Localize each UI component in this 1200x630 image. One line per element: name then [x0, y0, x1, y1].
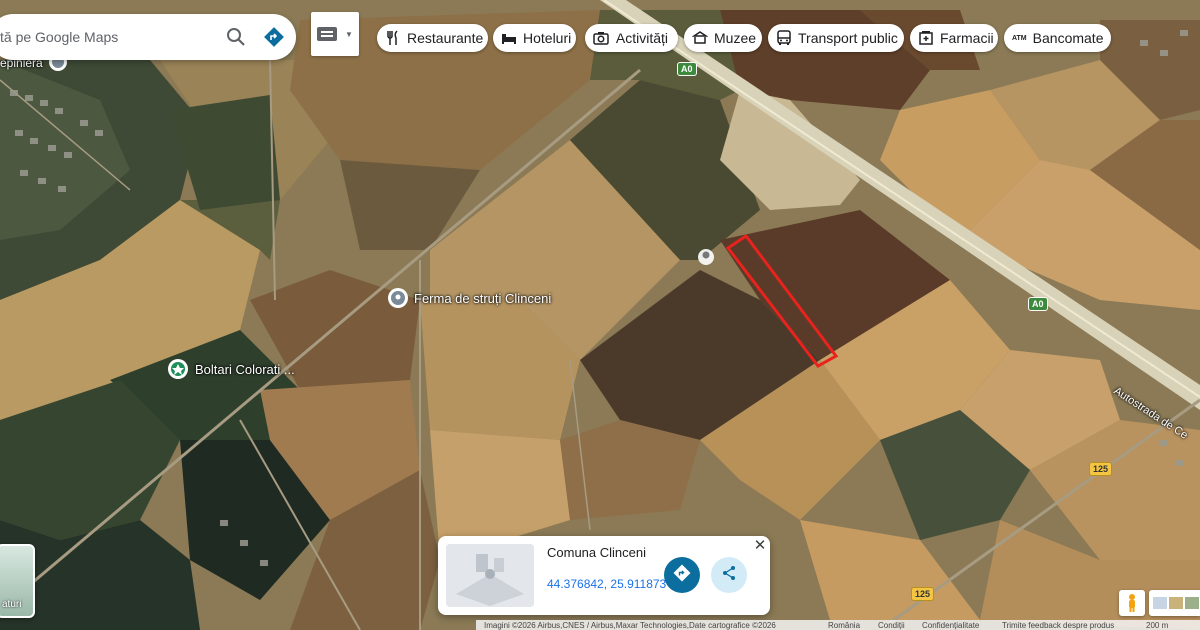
layers-toggle[interactable]: aturi: [0, 544, 35, 618]
search-box[interactable]: tă pe Google Maps: [0, 14, 296, 60]
chip-farmacii[interactable]: Farmacii: [910, 24, 998, 52]
share-icon: [721, 565, 737, 586]
keyboard-icon[interactable]: [317, 27, 337, 41]
place-info-card[interactable]: Comuna Clinceni 44.376842, 25.911873 ✕: [438, 536, 770, 615]
road-shield-a0: A0: [1028, 297, 1048, 311]
scale-label[interactable]: 200 m: [1146, 621, 1168, 630]
place-thumbnail[interactable]: [446, 544, 534, 607]
boltari-pin-icon[interactable]: [168, 359, 188, 379]
privacy-link[interactable]: Confidențialitate: [922, 621, 979, 630]
chip-restaurante[interactable]: Restaurante: [377, 24, 488, 52]
poi-label-ferma[interactable]: Ferma de struți Clinceni: [414, 291, 551, 306]
pharmacy-icon: [918, 29, 934, 47]
place-title: Comuna Clinceni: [547, 545, 646, 560]
feedback-link[interactable]: Trimite feedback despre produs: [1002, 621, 1114, 630]
atm-icon: ATM: [1012, 34, 1027, 42]
share-button[interactable]: [711, 557, 747, 593]
bed-icon: [501, 29, 517, 47]
chip-transport-public[interactable]: Transport public: [768, 24, 904, 52]
chip-hoteluri[interactable]: Hoteluri: [493, 24, 576, 52]
map-footer: Imagini ©2026 Airbus,CNES / Airbus,Maxar…: [476, 620, 1200, 630]
input-tools-button[interactable]: ▼: [311, 12, 359, 56]
search-input[interactable]: tă pe Google Maps: [0, 29, 220, 45]
road-shield-125: 125: [911, 587, 935, 601]
directions-icon[interactable]: [258, 21, 290, 53]
place-coordinates[interactable]: 44.376842, 25.911873: [547, 577, 666, 591]
poi-label-boltari[interactable]: Boltari Colorati ...: [195, 362, 295, 377]
directions-button[interactable]: [664, 557, 700, 593]
imagery-tiles-control[interactable]: [1149, 590, 1200, 616]
directions-icon: [673, 564, 691, 587]
search-icon[interactable]: [220, 21, 252, 53]
imagery-attribution: Imagini ©2026 Airbus,CNES / Airbus,Maxar…: [484, 621, 776, 630]
chip-muzee[interactable]: Muzee: [684, 24, 762, 52]
fork-knife-icon: [385, 29, 401, 47]
layers-label: aturi: [2, 599, 22, 610]
museum-icon: [692, 29, 708, 47]
road-shield-a0: A0: [677, 62, 697, 76]
terms-link[interactable]: Condiții: [878, 621, 905, 630]
chip-bancomate[interactable]: ATM Bancomate: [1004, 24, 1111, 52]
ferma-pin-icon[interactable]: [388, 288, 408, 308]
country-link[interactable]: România: [828, 621, 860, 630]
close-icon[interactable]: ✕: [752, 538, 768, 554]
bus-icon: [776, 29, 792, 47]
location-pin-icon[interactable]: [698, 249, 714, 265]
caret-down-icon[interactable]: ▼: [345, 30, 353, 39]
camera-icon: [593, 29, 610, 47]
street-view-pegman-icon[interactable]: [1119, 590, 1145, 616]
chip-activitati[interactable]: Activități: [585, 24, 678, 52]
road-shield-125: 125: [1089, 462, 1113, 476]
